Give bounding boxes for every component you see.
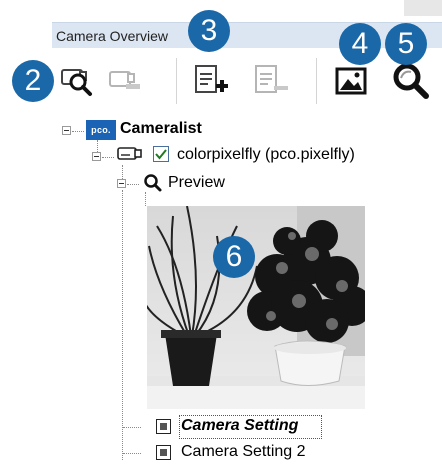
callout-badge: 2: [12, 60, 54, 102]
remove-setting-button[interactable]: [250, 60, 292, 102]
toolbar-separator: [316, 58, 317, 104]
add-document-icon: [195, 65, 228, 93]
add-setting-button[interactable]: [190, 60, 232, 102]
tree-connector: [127, 184, 139, 185]
checkmark-icon: [155, 149, 167, 160]
callout-badge: 3: [188, 10, 230, 52]
callout-badge: 6: [213, 236, 255, 278]
tree-connector: [102, 157, 114, 158]
camera-setting-label[interactable]: Camera Setting: [181, 417, 298, 435]
find-camera-button[interactable]: [56, 60, 98, 102]
tree-connector: [122, 190, 123, 460]
preview-photo: [147, 206, 365, 409]
callout-badge: 5: [385, 23, 427, 65]
window-corner: [404, 0, 442, 16]
callout-badge: 4: [339, 23, 381, 65]
remove-camera-button[interactable]: [104, 60, 146, 102]
toolbar-separator: [176, 58, 177, 104]
preview-image: [147, 206, 365, 409]
preview-button[interactable]: [390, 60, 432, 102]
setting-icon: [156, 419, 171, 434]
preview-label[interactable]: Preview: [168, 174, 225, 192]
tree-connector: [145, 192, 146, 206]
image-icon: [335, 67, 367, 95]
cameralist-expander[interactable]: [62, 126, 71, 135]
camera-search-icon: [61, 69, 92, 96]
setting-icon: [156, 445, 171, 460]
tree-connector: [123, 427, 141, 428]
panel-title: Camera Overview: [56, 28, 169, 44]
camera-setting-2-label[interactable]: Camera Setting 2: [181, 443, 306, 461]
magnifier-icon: [393, 63, 429, 99]
camera-enabled-checkbox[interactable]: [153, 146, 169, 162]
camera-icon: [117, 147, 142, 160]
cameralist-label[interactable]: Cameralist: [120, 120, 202, 138]
preview-magnifier-icon: [144, 174, 162, 192]
tree-connector: [123, 453, 141, 454]
remove-document-icon: [255, 65, 288, 93]
preview-expander[interactable]: [117, 179, 126, 188]
pco-logo: pco.: [86, 120, 116, 140]
camera-remove-icon: [109, 71, 140, 89]
camera-expander[interactable]: [92, 152, 101, 161]
open-image-button[interactable]: [331, 60, 373, 102]
tree-connector: [72, 131, 84, 132]
camera-label[interactable]: colorpixelfly (pco.pixelfly): [177, 146, 355, 164]
